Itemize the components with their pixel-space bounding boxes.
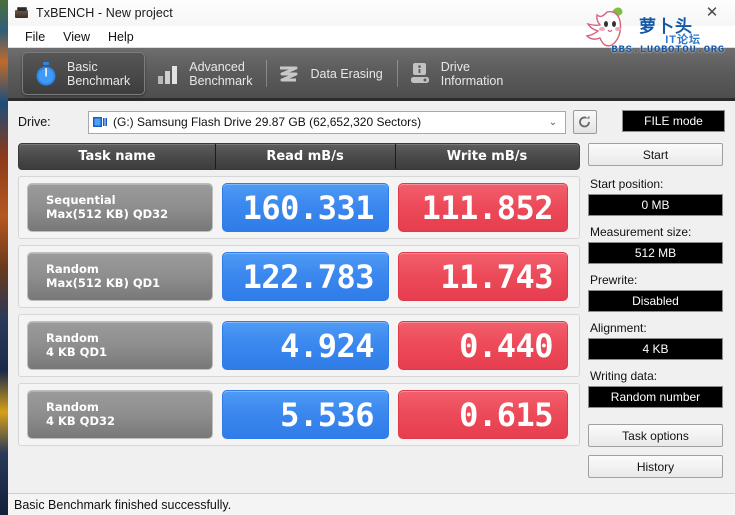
- task-name-line2: 4 KB QD1: [46, 345, 108, 359]
- read-value: 160.331: [222, 183, 389, 232]
- drive-select[interactable]: (G:) Samsung Flash Drive 29.87 GB (62,65…: [88, 110, 566, 134]
- title-bar: TxBENCH - New project ✕: [8, 0, 735, 26]
- read-value: 122.783: [222, 252, 389, 301]
- task-name-line1: Random: [46, 400, 99, 414]
- status-bar: Basic Benchmark finished successfully.: [8, 493, 735, 515]
- history-button[interactable]: History: [588, 455, 723, 478]
- start-position-label: Start position:: [590, 177, 664, 191]
- close-icon[interactable]: ✕: [699, 2, 725, 22]
- tab-advanced-benchmark[interactable]: Advanced Benchmark: [145, 52, 266, 95]
- measurement-size-value[interactable]: 512 MB: [588, 242, 723, 264]
- tab-label: Basic Benchmark: [67, 59, 131, 88]
- prewrite-value[interactable]: Disabled: [588, 290, 723, 312]
- settings-sidebar: Start Start position: 0 MB Measurement s…: [588, 143, 725, 493]
- drive-selected-value: (G:) Samsung Flash Drive 29.87 GB (62,65…: [113, 115, 422, 129]
- usb-drive-icon: [93, 117, 107, 127]
- write-value: 0.440: [398, 321, 568, 370]
- status-text: Basic Benchmark finished successfully.: [14, 497, 232, 512]
- start-position-value[interactable]: 0 MB: [588, 194, 723, 216]
- application-window: TxBENCH - New project ✕ File View Help 萝…: [8, 0, 735, 515]
- main-panel: Task name Read mB/s Write mB/s Sequentia…: [18, 143, 725, 493]
- alignment-value[interactable]: 4 KB: [588, 338, 723, 360]
- tab-bar: Basic Benchmark Advanced Benchmark Data …: [8, 48, 735, 101]
- write-value: 111.852: [398, 183, 568, 232]
- task-name-line2: 4 KB QD32: [46, 414, 116, 428]
- tab-label: Data Erasing: [310, 66, 383, 81]
- task-button-random-4kb-qd1[interactable]: Random 4 KB QD1: [27, 321, 213, 370]
- menu-bar: File View Help: [8, 26, 735, 48]
- refresh-icon: [579, 115, 590, 128]
- prewrite-label: Prewrite:: [590, 273, 638, 287]
- table-header: Task name Read mB/s Write mB/s: [18, 143, 580, 170]
- menu-item-file[interactable]: File: [16, 28, 54, 46]
- tab-label: Drive Information: [440, 59, 504, 88]
- measurement-size-label: Measurement size:: [590, 225, 692, 239]
- task-options-button[interactable]: Task options: [588, 424, 723, 447]
- refresh-button[interactable]: [573, 110, 597, 134]
- window-title: TxBENCH - New project: [36, 6, 173, 20]
- task-button-sequential-qd32[interactable]: Sequential Max(512 KB) QD32: [27, 183, 213, 232]
- alignment-label: Alignment:: [590, 321, 647, 335]
- drive-selector-row: Drive: (G:) Samsung Flash Drive 29.87 GB…: [18, 110, 725, 134]
- drive-info-icon: [410, 62, 429, 83]
- column-header-read: Read mB/s: [215, 144, 395, 169]
- bar-chart-icon: [158, 65, 178, 84]
- task-button-random-4kb-qd32[interactable]: Random 4 KB QD32: [27, 390, 213, 439]
- camera-icon: [14, 6, 30, 20]
- tab-data-erasing[interactable]: Data Erasing: [266, 52, 396, 95]
- task-name-line1: Random: [46, 331, 99, 345]
- table-row: Random 4 KB QD32 5.536 0.615: [18, 383, 580, 446]
- tab-basic-benchmark[interactable]: Basic Benchmark: [22, 52, 146, 95]
- write-value: 11.743: [398, 252, 568, 301]
- eraser-wave-icon: [280, 66, 298, 81]
- start-button[interactable]: Start: [588, 143, 723, 166]
- task-name-line2: Max(512 KB) QD1: [46, 276, 161, 290]
- table-row: Random Max(512 KB) QD1 122.783 11.743: [18, 245, 580, 308]
- table-row: Random 4 KB QD1 4.924 0.440: [18, 314, 580, 377]
- chevron-down-icon: ⌄: [548, 116, 558, 128]
- table-row: Sequential Max(512 KB) QD32 160.331 111.…: [18, 176, 580, 239]
- menu-item-view[interactable]: View: [54, 28, 99, 46]
- task-button-random-max-qd1[interactable]: Random Max(512 KB) QD1: [27, 252, 213, 301]
- task-name-line1: Random: [46, 262, 99, 276]
- content-area: Drive: (G:) Samsung Flash Drive 29.87 GB…: [8, 101, 735, 493]
- task-name-line2: Max(512 KB) QD32: [46, 207, 169, 221]
- tab-drive-information[interactable]: Drive Information: [396, 52, 518, 95]
- file-mode-button[interactable]: FILE mode: [622, 110, 725, 132]
- read-value: 4.924: [222, 321, 389, 370]
- column-header-task-name: Task name: [78, 149, 156, 164]
- benchmark-table: Task name Read mB/s Write mB/s Sequentia…: [18, 143, 580, 493]
- stopwatch-icon: [36, 61, 56, 85]
- menu-item-help[interactable]: Help: [99, 28, 143, 46]
- drive-label: Drive:: [18, 115, 51, 129]
- writing-data-value[interactable]: Random number: [588, 386, 723, 408]
- read-value: 5.536: [222, 390, 389, 439]
- tab-label: Advanced Benchmark: [189, 59, 253, 88]
- column-header-write: Write mB/s: [395, 144, 579, 169]
- writing-data-label: Writing data:: [590, 369, 658, 383]
- write-value: 0.615: [398, 390, 568, 439]
- task-name-line1: Sequential: [46, 193, 116, 207]
